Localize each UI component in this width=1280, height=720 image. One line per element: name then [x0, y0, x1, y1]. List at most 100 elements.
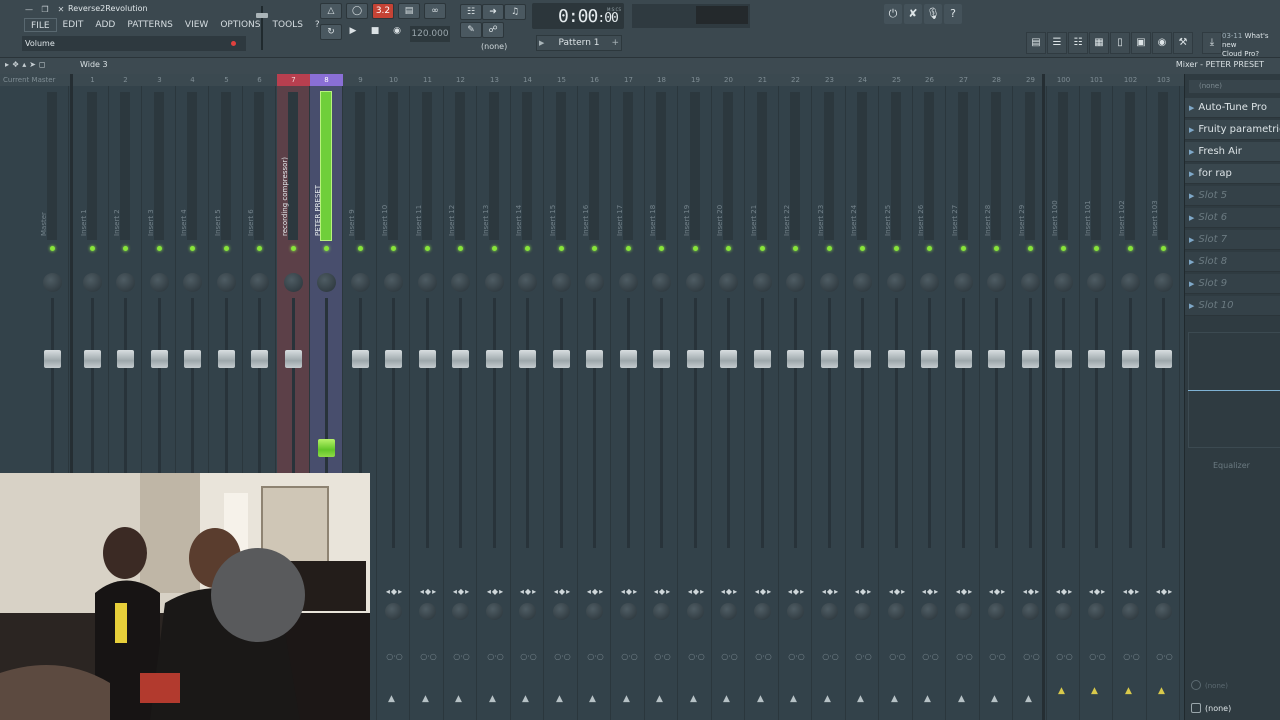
volume-fader[interactable]	[352, 350, 369, 368]
stereo-knob[interactable]	[553, 603, 570, 620]
channel-name[interactable]: Insert 28	[984, 205, 992, 236]
route-arrow-icon[interactable]: ▲	[589, 694, 596, 704]
stereo-separation-icon[interactable]: ◂◆▸	[681, 587, 712, 596]
pan-knob[interactable]	[317, 273, 336, 292]
stereo-knob[interactable]	[419, 603, 436, 620]
pat-song-toggle-icon[interactable]: ↻	[320, 24, 342, 40]
channel-enable-led[interactable]	[860, 246, 865, 251]
channel-enable-led[interactable]	[1094, 246, 1099, 251]
route-arrow-icon[interactable]: ▲	[824, 694, 831, 704]
mixer-preset-label[interactable]: Wide 3	[80, 60, 108, 69]
channel-enable-led[interactable]	[525, 246, 530, 251]
channel-name[interactable]: Insert 9	[348, 209, 356, 236]
stereo-separation-icon[interactable]: ◂◆▸	[1016, 587, 1047, 596]
routing-icon[interactable]: ○·○	[982, 652, 1013, 661]
pan-knob[interactable]	[418, 273, 437, 292]
channel-name[interactable]: Insert 6	[247, 209, 255, 236]
stereo-knob[interactable]	[1022, 603, 1039, 620]
mixer-channel[interactable]: 29 Insert 29 ◂◆▸ ○·○ ▲	[1014, 76, 1047, 720]
stereo-knob[interactable]	[720, 603, 737, 620]
channel-name[interactable]: Insert 12	[448, 205, 456, 236]
fx-slot[interactable]: ▶ Fruity parametric EQ 2	[1185, 120, 1280, 140]
pan-knob[interactable]	[585, 273, 604, 292]
pan-knob[interactable]	[43, 273, 62, 292]
stereo-separation-icon[interactable]: ◂◆▸	[413, 587, 444, 596]
route-arrow-icon[interactable]: ▲	[723, 694, 730, 704]
mixer-channel[interactable]: 103 Insert 103 ◂◆▸ ○·○ ▲	[1147, 76, 1180, 720]
pan-knob[interactable]	[451, 273, 470, 292]
play-icon[interactable]: ▶	[342, 24, 364, 40]
stereo-separation-icon[interactable]: ◂◆▸	[714, 587, 745, 596]
stereo-separation-icon[interactable]: ◂◆▸	[848, 587, 879, 596]
volume-fader[interactable]	[419, 350, 436, 368]
channel-enable-led[interactable]	[726, 246, 731, 251]
routing-icon[interactable]: ○·○	[1116, 652, 1147, 661]
metronome-icon[interactable]: △	[320, 3, 342, 19]
stereo-separation-icon[interactable]: ◂◆▸	[949, 587, 980, 596]
route-arrow-icon[interactable]: ▲	[1158, 686, 1165, 696]
plugin-icon[interactable]: ▣	[1131, 32, 1151, 54]
channel-enable-led[interactable]	[927, 246, 932, 251]
stereo-knob[interactable]	[821, 603, 838, 620]
routing-icon[interactable]: ○·○	[480, 652, 511, 661]
route-arrow-icon[interactable]: ▲	[1091, 686, 1098, 696]
route-arrow-icon[interactable]: ▲	[489, 694, 496, 704]
fx-slot[interactable]: ▶ Auto-Tune Pro	[1185, 98, 1280, 118]
channel-enable-led[interactable]	[961, 246, 966, 251]
snap-selector[interactable]: (none)	[481, 42, 507, 51]
route-arrow-icon[interactable]: ▲	[857, 694, 864, 704]
channel-name[interactable]: Insert 26	[917, 205, 925, 236]
channel-enable-led[interactable]	[760, 246, 765, 251]
channel-enable-led[interactable]	[50, 246, 55, 251]
channel-name[interactable]: Insert 103	[1151, 200, 1159, 236]
pan-knob[interactable]	[1021, 273, 1040, 292]
volume-fader[interactable]	[1022, 350, 1039, 368]
routing-icon[interactable]: ○·○	[681, 652, 712, 661]
mixer-channel[interactable]: 25 Insert 25 ◂◆▸ ○·○ ▲	[880, 76, 913, 720]
routing-icon[interactable]: ○·○	[446, 652, 477, 661]
slot-arrow-icon[interactable]: ▶	[1189, 192, 1194, 200]
pan-knob[interactable]	[987, 273, 1006, 292]
pan-knob[interactable]	[786, 273, 805, 292]
route-arrow-icon[interactable]: ▲	[891, 694, 898, 704]
loop-record-icon[interactable]: ∞	[424, 3, 446, 19]
stereo-knob[interactable]	[988, 603, 1005, 620]
stereo-knob[interactable]	[955, 603, 972, 620]
mixer-channel[interactable]: 16 Insert 16 ◂◆▸ ○·○ ▲	[578, 76, 611, 720]
stereo-separation-icon[interactable]: ◂◆▸	[1116, 587, 1147, 596]
routing-icon[interactable]: ○·○	[781, 652, 812, 661]
fx-slot[interactable]: ▶ Slot 8	[1185, 252, 1280, 272]
mixer-channel[interactable]: 21 Insert 21 ◂◆▸ ○·○ ▲	[746, 76, 779, 720]
mixer-channel[interactable]: 14 Insert 14 ◂◆▸ ○·○ ▲	[511, 76, 544, 720]
channel-enable-led[interactable]	[659, 246, 664, 251]
channel-enable-led[interactable]	[1161, 246, 1166, 251]
channel-enable-led[interactable]	[458, 246, 463, 251]
stereo-separation-icon[interactable]: ◂◆▸	[1149, 587, 1180, 596]
bell-icon[interactable]: ♫	[504, 4, 526, 20]
mixer-channel[interactable]: 11 Insert 11 ◂◆▸ ○·○ ▲	[411, 76, 444, 720]
stereo-separation-icon[interactable]: ◂◆▸	[614, 587, 645, 596]
volume-fader[interactable]	[1155, 350, 1172, 368]
channel-name[interactable]: Insert 100	[1051, 200, 1059, 236]
news-panel[interactable]: 03-11 What's new Cloud Pro?	[1222, 32, 1280, 59]
channel-name[interactable]: Insert 20	[716, 205, 724, 236]
channel-enable-led[interactable]	[994, 246, 999, 251]
channel-enable-led[interactable]	[90, 246, 95, 251]
stereo-separation-icon[interactable]: ◂◆▸	[882, 587, 913, 596]
channel-name[interactable]: Insert 14	[515, 205, 523, 236]
stereo-separation-icon[interactable]: ◂◆▸	[1049, 587, 1080, 596]
help-icon[interactable]: ?	[944, 4, 962, 24]
fx-slot[interactable]: ▶ Slot 7	[1185, 230, 1280, 250]
channel-name[interactable]: Insert 3	[147, 209, 155, 236]
fx-slot[interactable]: ▶ Slot 10	[1185, 296, 1280, 316]
channel-rack-icon[interactable]: ☰	[1047, 32, 1067, 54]
stereo-separation-icon[interactable]: ◂◆▸	[982, 587, 1013, 596]
pan-knob[interactable]	[887, 273, 906, 292]
pan-knob[interactable]	[183, 273, 202, 292]
time-display[interactable]: 0:00:00 M:S:CS	[532, 3, 624, 29]
volume-fader[interactable]	[787, 350, 804, 368]
route-arrow-icon[interactable]: ▲	[623, 694, 630, 704]
restore-icon[interactable]: ❐	[38, 4, 52, 15]
route-arrow-icon[interactable]: ▲	[556, 694, 563, 704]
input-selector[interactable]: (none)	[1189, 80, 1280, 93]
